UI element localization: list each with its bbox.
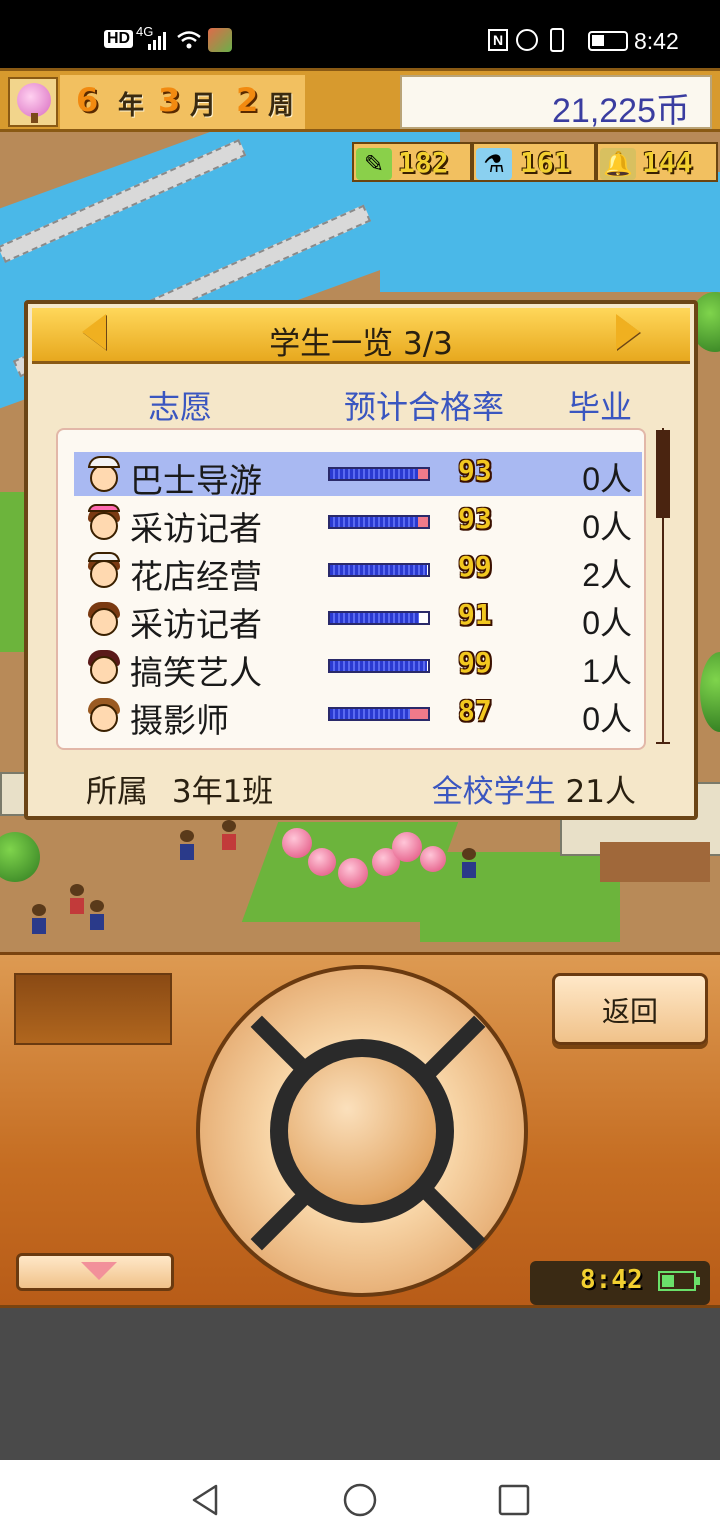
date-week: 2	[236, 81, 259, 119]
student-avatar	[84, 598, 124, 640]
total-students-label: 全校学生	[431, 774, 556, 810]
student-career: 巴士导游	[130, 461, 262, 500]
pass-rate-value: 93	[458, 502, 492, 535]
graduates-count: 0人	[582, 605, 632, 641]
scrollbar-thumb[interactable]	[656, 430, 670, 518]
money-display: 21,225币	[400, 75, 712, 130]
pass-rate-bar	[328, 563, 430, 577]
student-row[interactable]: 搞笑艺人 99 1人	[74, 644, 642, 692]
student-row[interactable]: 巴士导游 93 0人	[74, 452, 642, 500]
student-avatar	[84, 502, 124, 544]
panel-titlebar: 学生一览 3/3	[32, 308, 690, 364]
app-notification-icon	[208, 28, 232, 52]
home-circle-icon[interactable]	[342, 1482, 378, 1518]
total-students: 全校学生 21人	[432, 766, 636, 811]
date-week-unit: 周	[268, 91, 295, 121]
graduates-count: 2人	[582, 557, 632, 593]
back-button-label: 返回	[601, 995, 658, 1028]
nfc-icon: N	[488, 29, 508, 51]
scroll-down-button[interactable]	[16, 1253, 174, 1291]
pass-rate-bar	[328, 611, 430, 625]
pencil-icon: ✎	[356, 148, 392, 180]
class-label: 所属	[86, 774, 148, 810]
game-clock-time: 8:42	[580, 1265, 643, 1295]
student-career: 花店经营	[130, 557, 262, 596]
alarm-icon	[516, 29, 538, 51]
graduates-count: 1人	[582, 653, 632, 689]
date-month-unit: 月	[190, 91, 217, 121]
student-career: 采访记者	[130, 509, 262, 548]
total-students-value: 21人	[565, 774, 636, 810]
student-row[interactable]: 花店经营 99 2人	[74, 548, 642, 596]
dpad-center-button[interactable]	[270, 1039, 454, 1223]
pass-rate-bar	[328, 515, 430, 529]
pass-rate-bar	[328, 659, 430, 673]
student-row[interactable]: 采访记者 91 0人	[74, 596, 642, 644]
student-avatar	[84, 550, 124, 592]
student-avatar	[84, 694, 124, 736]
pass-rate-bar	[328, 707, 430, 721]
student-career: 采访记者	[130, 605, 262, 644]
graduates-count: 0人	[582, 461, 632, 497]
class-value: 3年1班	[171, 774, 274, 810]
battery-icon	[588, 31, 628, 51]
date-years: 6	[76, 81, 99, 119]
col-header-pass-rate: 预计合格率	[344, 388, 505, 426]
date-display: 6 年 3 月 2 周	[60, 75, 305, 129]
stat-science-value: 161	[520, 146, 571, 179]
bell-icon: 🔔	[600, 148, 636, 180]
date-year-unit: 年	[118, 91, 145, 121]
money-amount: 21,225币	[552, 92, 690, 130]
down-arrow-icon	[81, 1262, 117, 1280]
system-nav-bar	[0, 1460, 720, 1540]
pass-rate-value: 91	[458, 598, 492, 631]
graduates-count: 0人	[582, 701, 632, 737]
pass-rate-value: 99	[458, 550, 492, 583]
graduates-count: 0人	[582, 509, 632, 545]
status-time: 8:42	[634, 28, 679, 54]
stat-spirit: 🔔 144	[596, 142, 718, 182]
signal-icon	[148, 32, 166, 50]
stat-science: ⚗ 161	[472, 142, 596, 182]
pass-rate-bar	[328, 467, 430, 481]
col-header-career: 志愿	[148, 388, 213, 426]
student-avatar	[84, 646, 124, 688]
battery-icon	[658, 1271, 700, 1291]
game-header: 6 年 3 月 2 周 21,225币	[0, 68, 720, 132]
class-info: 所属 3年1班	[86, 766, 273, 811]
stat-study: ✎ 182	[352, 142, 472, 182]
pass-rate-value: 99	[458, 646, 492, 679]
school-stats: ✎ 182 ⚗ 161 🔔 144	[352, 140, 720, 186]
student-list-panel: 学生一览 3/3 志愿 预计合格率 毕业 巴士导游 93 0人 采访记者 93 …	[24, 300, 698, 820]
sakura-tree-icon	[8, 77, 58, 127]
vibrate-icon	[550, 28, 564, 52]
col-header-graduates: 毕业	[568, 388, 633, 426]
hd-icon: HD	[104, 30, 134, 48]
student-row[interactable]: 摄影师 87 0人	[74, 692, 642, 740]
student-career: 摄影师	[130, 701, 229, 740]
controller-screen	[14, 973, 172, 1045]
pass-rate-value: 93	[458, 454, 492, 487]
recents-square-icon[interactable]	[496, 1482, 532, 1518]
student-avatar	[84, 454, 124, 496]
stat-study-value: 182	[398, 146, 449, 179]
next-page-icon[interactable]	[616, 314, 640, 350]
flask-icon: ⚗	[476, 148, 512, 180]
student-list: 巴士导游 93 0人 采访记者 93 0人 花店经营 99 2人 采访记者 91…	[56, 428, 646, 750]
date-month: 3	[158, 81, 181, 119]
student-row[interactable]: 采访记者 93 0人	[74, 500, 642, 548]
back-triangle-icon[interactable]	[188, 1482, 224, 1518]
back-button[interactable]: 返回	[552, 973, 708, 1045]
student-career: 搞笑艺人	[130, 653, 262, 692]
pass-rate-value: 87	[458, 694, 492, 727]
virtual-controller: 返回 8:42	[0, 952, 720, 1308]
stat-spirit-value: 144	[642, 146, 693, 179]
panel-title: 学生一览 3/3	[269, 326, 453, 362]
list-scrollbar[interactable]	[654, 428, 672, 746]
wifi-icon	[177, 31, 201, 49]
game-clock: 8:42	[530, 1261, 710, 1305]
